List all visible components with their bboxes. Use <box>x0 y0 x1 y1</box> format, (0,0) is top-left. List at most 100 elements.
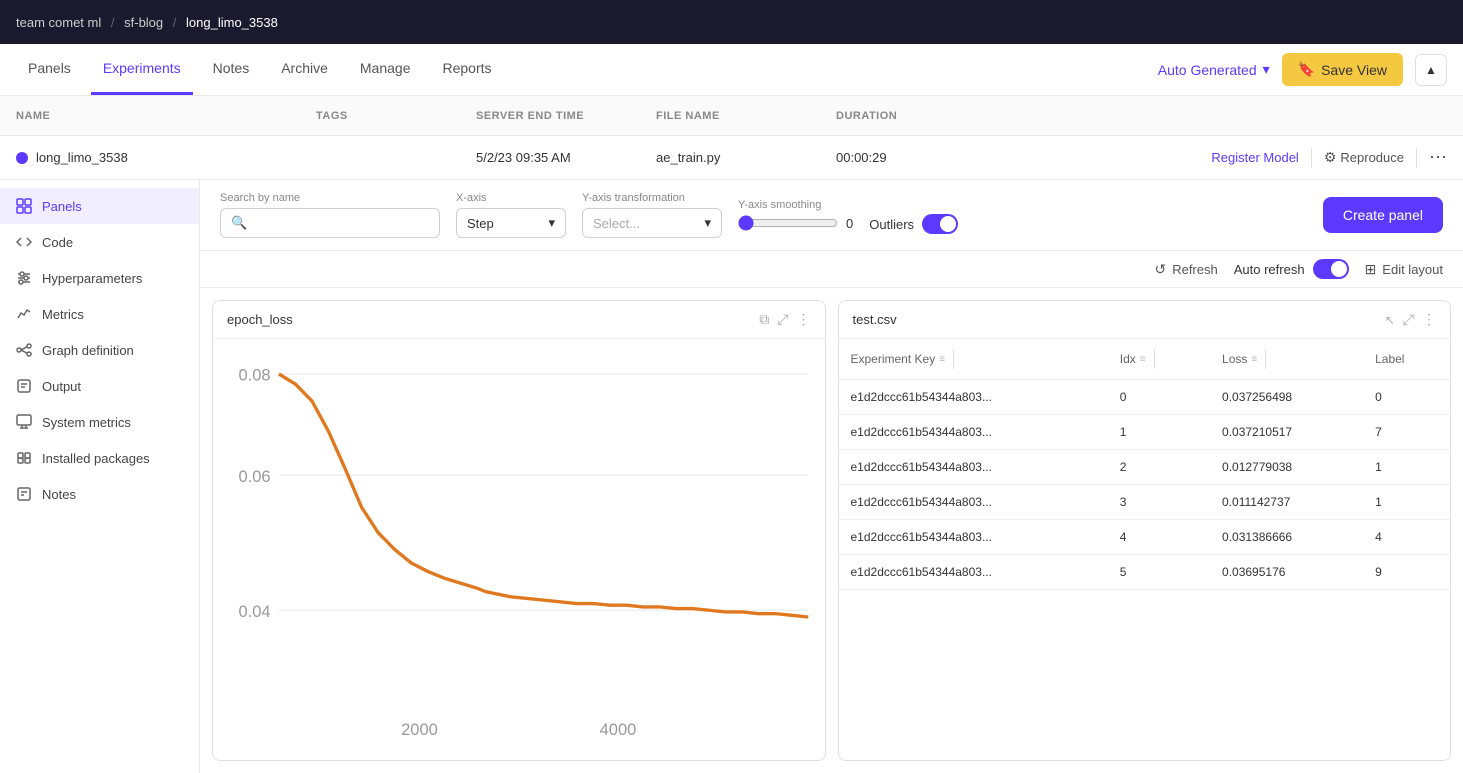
auto-refresh-toggle[interactable] <box>1313 259 1349 279</box>
svg-text:2000: 2000 <box>401 720 438 739</box>
experiment-actions: Register Model ⚙ Reproduce ⋯ <box>996 147 1447 168</box>
sidebar-item-notes-label: Notes <box>42 487 76 502</box>
xaxis-select[interactable]: Step ▾ <box>456 208 566 238</box>
chevron-up-icon: ▲ <box>1425 63 1437 77</box>
col-menu-icon-key[interactable]: ≡ <box>939 354 945 365</box>
code-icon <box>16 234 32 250</box>
sidebar: Panels Code Hyperparameters Metrics Grap… <box>0 180 200 773</box>
panels-icon <box>16 198 32 214</box>
auto-generated-button[interactable]: Auto Generated ▾ <box>1158 61 1270 78</box>
sidebar-item-output[interactable]: Output <box>0 368 199 404</box>
sidebar-item-panels[interactable]: Panels <box>0 188 199 224</box>
sidebar-item-panels-label: Panels <box>42 199 82 214</box>
table-expand-button[interactable]: ⤢ <box>1403 311 1414 328</box>
breadcrumb-project[interactable]: sf-blog <box>124 15 163 30</box>
tab-manage[interactable]: Manage <box>348 44 423 95</box>
smoothing-slider[interactable] <box>738 215 838 231</box>
collapse-button[interactable]: ▲ <box>1415 54 1447 86</box>
sidebar-item-notes[interactable]: Notes <box>0 476 199 512</box>
experiment-name[interactable]: long_limo_3538 <box>36 150 128 165</box>
auto-generated-label: Auto Generated <box>1158 62 1257 78</box>
yaxis-transform-placeholder: Select... <box>593 216 698 231</box>
chart-more-button[interactable]: ⋮ <box>797 311 811 328</box>
experiment-status-dot <box>16 152 28 164</box>
tab-experiments[interactable]: Experiments <box>91 44 193 95</box>
edit-layout-button[interactable]: ⊞ Edit layout <box>1365 261 1443 278</box>
register-model-button[interactable]: Register Model <box>1211 150 1298 165</box>
search-group: Search by name 🔍 <box>220 192 440 238</box>
cell-experiment-key: e1d2dccc61b54344a803... <box>839 380 1108 415</box>
yaxis-transform-select[interactable]: Select... ▾ <box>582 208 722 238</box>
cell-label: 9 <box>1363 555 1450 590</box>
experiment-duration: 00:00:29 <box>836 150 996 165</box>
table-panel-header: test.csv ↖ ⤢ ⋮ <box>839 301 1451 339</box>
table-row: e1d2dccc61b54344a803... 5 0.03695176 9 <box>839 555 1451 590</box>
cell-experiment-key: e1d2dccc61b54344a803... <box>839 450 1108 485</box>
sidebar-item-graph-definition[interactable]: Graph definition <box>0 332 199 368</box>
experiment-name-cell: long_limo_3538 <box>16 150 316 165</box>
breadcrumb-team[interactable]: team comet ml <box>16 15 101 30</box>
experiment-row: long_limo_3538 5/2/23 09:35 AM ae_train.… <box>0 136 1463 180</box>
top-bar: team comet ml / sf-blog / long_limo_3538 <box>0 0 1463 44</box>
chevron-down-icon: ▾ <box>548 215 555 231</box>
cell-experiment-key: e1d2dccc61b54344a803... <box>839 485 1108 520</box>
cell-label: 1 <box>1363 450 1450 485</box>
outliers-toggle[interactable] <box>922 214 958 234</box>
cell-experiment-key: e1d2dccc61b54344a803... <box>839 415 1108 450</box>
refresh-button[interactable]: ↺ Refresh <box>1154 261 1217 278</box>
data-table: Experiment Key ≡ Idx ≡ <box>839 339 1451 760</box>
search-label: Search by name <box>220 192 440 204</box>
table-panel: test.csv ↖ ⤢ ⋮ Experiment Key <box>838 300 1452 761</box>
search-icon: 🔍 <box>231 215 247 231</box>
breadcrumb: team comet ml / sf-blog / long_limo_3538 <box>16 15 278 30</box>
more-options-button[interactable]: ⋯ <box>1429 147 1447 168</box>
save-view-button[interactable]: 🔖 Save View <box>1282 53 1403 86</box>
svg-text:0.06: 0.06 <box>238 467 270 486</box>
sidebar-item-hyperparameters[interactable]: Hyperparameters <box>0 260 199 296</box>
col-menu-icon-idx[interactable]: ≡ <box>1140 354 1146 365</box>
table-row: e1d2dccc61b54344a803... 2 0.012779038 1 <box>839 450 1451 485</box>
col-menu-icon-loss[interactable]: ≡ <box>1251 354 1257 365</box>
col-header-name: NAME <box>16 110 316 122</box>
table-more-button[interactable]: ⋮ <box>1422 311 1436 328</box>
chart-expand-button[interactable]: ⤢ <box>777 311 788 328</box>
metrics-icon <box>16 306 32 322</box>
tab-reports[interactable]: Reports <box>430 44 503 95</box>
sidebar-item-system-metrics[interactable]: System metrics <box>0 404 199 440</box>
tab-panels[interactable]: Panels <box>16 44 83 95</box>
smoothing-controls: 0 <box>738 215 853 231</box>
tab-notes[interactable]: Notes <box>201 44 262 95</box>
sidebar-item-hyperparameters-label: Hyperparameters <box>42 271 142 286</box>
sidebar-item-metrics[interactable]: Metrics <box>0 296 199 332</box>
col-experiment-key: Experiment Key ≡ <box>839 339 1108 380</box>
col-header-duration: DURATION <box>836 110 996 122</box>
breadcrumb-experiment: long_limo_3538 <box>186 15 278 30</box>
divider <box>1311 148 1312 168</box>
cell-label: 4 <box>1363 520 1450 555</box>
sidebar-item-installed-packages[interactable]: Installed packages <box>0 440 199 476</box>
create-panel-button[interactable]: Create panel <box>1323 197 1443 233</box>
graph-definition-icon <box>16 342 32 358</box>
hyperparameters-icon <box>16 270 32 286</box>
reproduce-button[interactable]: ⚙ Reproduce <box>1324 149 1404 166</box>
cell-experiment-key: e1d2dccc61b54344a803... <box>839 555 1108 590</box>
tab-archive[interactable]: Archive <box>269 44 340 95</box>
chart-copy-button[interactable]: ⧉ <box>759 311 769 328</box>
epoch-loss-chart: 0.08 0.06 0.04 2000 4000 <box>221 347 817 752</box>
yaxis-transform-label: Y-axis transformation <box>582 192 722 204</box>
col-idx: Idx ≡ <box>1108 339 1210 380</box>
cell-loss: 0.03695176 <box>1210 555 1363 590</box>
search-input[interactable] <box>253 216 429 231</box>
auto-refresh-group: Auto refresh <box>1234 259 1349 279</box>
table-panel-title: test.csv <box>853 312 1385 327</box>
sidebar-item-code[interactable]: Code <box>0 224 199 260</box>
xaxis-value: Step <box>467 216 542 231</box>
edit-layout-icon: ⊞ <box>1365 261 1377 278</box>
yaxis-transform-group: Y-axis transformation Select... ▾ <box>582 192 722 238</box>
col-header-tags: TAGS <box>316 110 476 122</box>
outliers-group: Outliers <box>869 214 958 234</box>
experiment-file-name: ae_train.py <box>656 150 836 165</box>
cell-experiment-key: e1d2dccc61b54344a803... <box>839 520 1108 555</box>
cell-idx: 2 <box>1108 450 1210 485</box>
table-row: e1d2dccc61b54344a803... 0 0.037256498 0 <box>839 380 1451 415</box>
